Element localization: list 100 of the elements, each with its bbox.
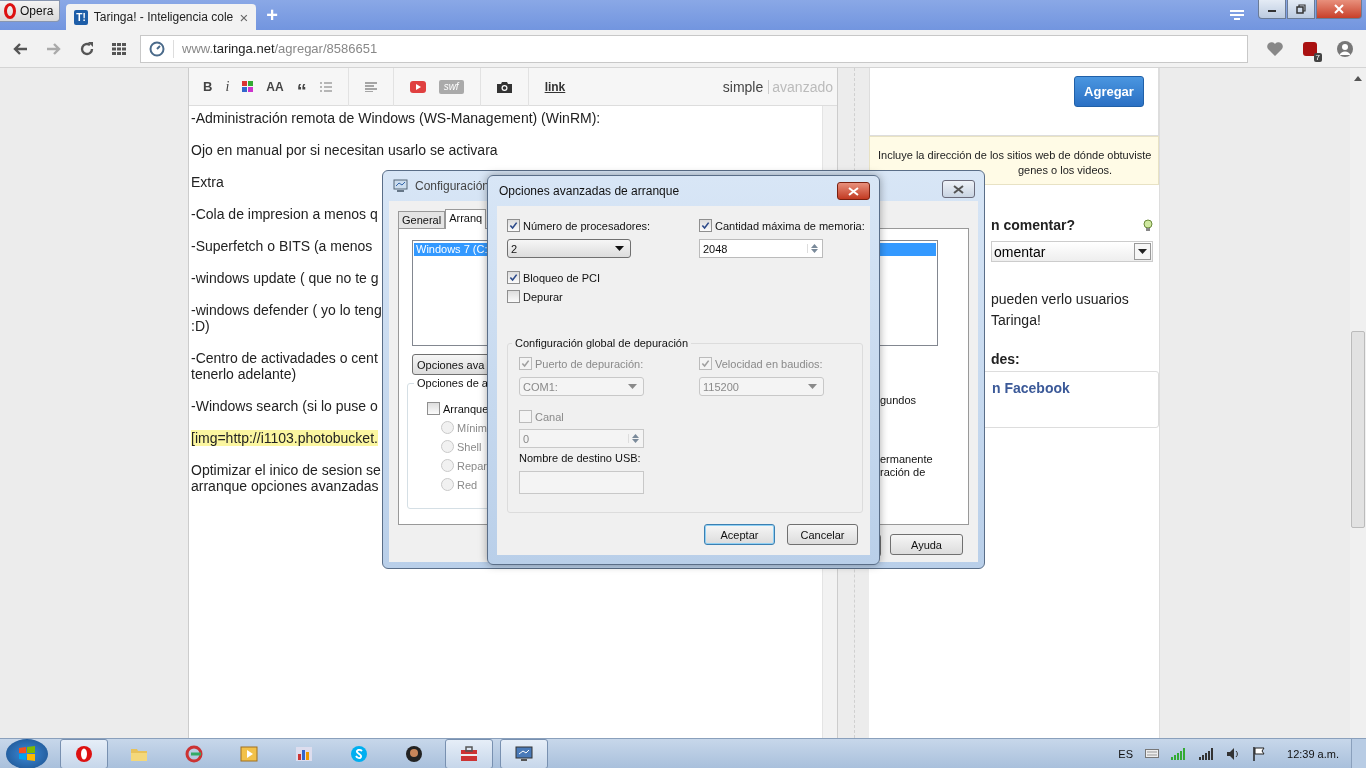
restore-button[interactable]	[1287, 0, 1315, 19]
radio-label: Mínim	[457, 421, 487, 434]
dialog-button[interactable]: Cancelar	[787, 524, 858, 545]
reload-icon[interactable]	[80, 41, 94, 56]
down-arrow-icon[interactable]	[632, 439, 639, 443]
checkbox[interactable]	[507, 290, 520, 303]
highlighted-paragraph: [img=http://i1103.photobucket.	[191, 430, 378, 446]
flag-icon[interactable]	[1253, 746, 1265, 761]
close-icon	[953, 184, 964, 194]
down-arrow-icon[interactable]	[811, 249, 818, 253]
processors-select[interactable]: 2	[507, 239, 631, 258]
close-button[interactable]	[837, 182, 870, 200]
close-tab-button[interactable]: ×	[239, 8, 249, 26]
dialog-tab[interactable]: Arranq	[445, 209, 487, 229]
checkmark-icon	[701, 359, 710, 368]
heart-icon[interactable]	[1266, 40, 1284, 57]
dropdown-arrow-icon	[615, 246, 624, 251]
paragraph: -Centro de activadades o cent tenerlo adelante)	[191, 350, 378, 382]
dialog-tab[interactable]: General	[398, 211, 446, 228]
italic-button[interactable]: i	[225, 79, 230, 94]
section-heading: n comentar?	[991, 217, 1075, 233]
bold-button[interactable]: B	[203, 80, 213, 93]
paragraph: -windows update ( que no te g	[191, 270, 379, 286]
checkbox[interactable]	[699, 219, 712, 232]
dropdown-arrow-icon	[1138, 249, 1147, 254]
checkbox-label: Bloqueo de PCI	[523, 271, 601, 284]
close-button[interactable]	[1316, 0, 1362, 19]
memory-field[interactable]: 2048	[699, 239, 823, 258]
keyboard-icon[interactable]	[1145, 749, 1159, 758]
network-icon[interactable]	[1199, 747, 1215, 760]
checkbox-label: Cantidad máxima de memoria:	[715, 219, 865, 232]
lightbulb-icon	[1143, 218, 1153, 232]
paragraph: -windows defender ( yo lo teng :D)	[191, 302, 382, 334]
menu-icon[interactable]	[1336, 39, 1354, 58]
note-text: genes o los videos.	[1018, 164, 1114, 176]
minimize-button[interactable]	[1258, 0, 1286, 19]
radio-label: Repar	[457, 459, 487, 472]
tab-stash-icon[interactable]	[1230, 10, 1244, 20]
close-button[interactable]	[942, 180, 975, 198]
up-arrow-icon[interactable]	[811, 244, 818, 248]
dialog-title: Opciones avanzadas de arranque	[499, 184, 680, 198]
checkbox-label: Arranque	[443, 402, 489, 415]
checkbox-label: Puerto de depuración:	[535, 357, 644, 370]
back-icon[interactable]	[12, 41, 28, 56]
extension-badge: 7	[1313, 52, 1322, 62]
start-button[interactable]	[6, 738, 48, 768]
checkmark-icon	[509, 221, 518, 230]
address-field[interactable]: www.taringa.net/agregar/8586651	[140, 34, 1248, 63]
link-button[interactable]: link	[544, 80, 566, 93]
site-favicon: T!	[74, 9, 88, 25]
spin-buttons[interactable]	[807, 244, 821, 253]
opera-menu-button[interactable]: Opera	[0, 0, 61, 22]
note-text: Incluye la dirección de los sitios web de dónde obtuviste	[878, 149, 1150, 161]
monitor-icon	[515, 745, 533, 762]
taskbar-app-button[interactable]	[60, 738, 108, 768]
clock[interactable]: 12:39 a.m.	[1287, 747, 1339, 760]
taskbar-app-button[interactable]	[500, 738, 548, 768]
checkbox-label: Canal	[535, 410, 564, 423]
editor-mode-tab[interactable]: simple	[722, 78, 764, 95]
help-button[interactable]: Ayuda	[890, 534, 963, 555]
dropdown-arrow-icon	[808, 384, 817, 389]
facebook-share-link[interactable]: n Facebook	[992, 380, 1070, 396]
checkbox-label: Velocidad en baudios:	[715, 357, 823, 370]
group-label: Configuración global de depuración	[512, 337, 692, 349]
window-title: Configuración	[415, 179, 490, 193]
speaker-icon[interactable]	[1227, 747, 1241, 760]
camera-icon[interactable]	[496, 80, 512, 93]
tab-title: Taringa! - Inteligencia cole	[93, 10, 234, 24]
ring-icon	[4, 3, 16, 19]
windows-logo-icon	[17, 743, 37, 764]
checkbox[interactable]	[507, 271, 520, 284]
up-arrow-icon[interactable]	[632, 434, 639, 438]
font-size-button[interactable]: AA	[266, 80, 284, 93]
video-icon[interactable]	[409, 80, 426, 93]
extension-icon[interactable]	[1302, 40, 1318, 57]
add-button[interactable]: Agregar	[1074, 76, 1144, 107]
scrollbar-thumb[interactable]	[1351, 331, 1365, 528]
signal-icon[interactable]	[1171, 747, 1187, 760]
align-left-icon[interactable]	[364, 81, 377, 92]
dropdown-arrow-icon	[628, 384, 637, 389]
radio-label: Red	[457, 478, 478, 491]
forward-icon[interactable]	[46, 41, 62, 56]
page-scrollbar[interactable]	[1350, 68, 1366, 738]
language-indicator[interactable]: ES	[1118, 747, 1133, 760]
paragraph: -Windows search (si lo puse o	[191, 398, 378, 414]
checkbox[interactable]	[507, 219, 520, 232]
checkbox[interactable]	[427, 402, 440, 415]
browser-tab[interactable]: T! Taringa! - Inteligencia cole ×	[66, 4, 257, 30]
grid-icon[interactable]	[112, 42, 126, 55]
section-heading: des:	[991, 351, 1021, 367]
close-icon	[848, 186, 859, 196]
color-grid-icon[interactable]	[242, 81, 254, 92]
comment-select[interactable]: omentar	[991, 241, 1153, 262]
quote-button[interactable]: “	[296, 80, 307, 93]
list-icon[interactable]	[319, 81, 332, 92]
gauge-icon[interactable]	[149, 40, 165, 57]
checkbox-label: Depurar	[523, 290, 563, 303]
radio-label: Shell	[457, 440, 482, 453]
scroll-up-icon[interactable]	[1354, 76, 1362, 81]
dialog-button[interactable]: Aceptar	[704, 524, 775, 545]
